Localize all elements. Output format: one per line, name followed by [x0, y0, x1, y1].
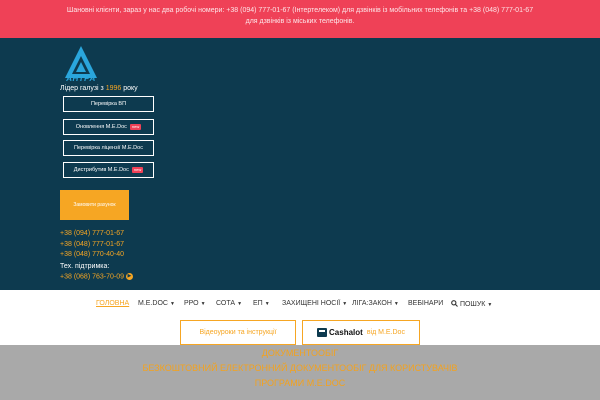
nav-medoc[interactable]: M.E.DOC ▼ [138, 300, 175, 307]
notice-bar: Шановні клієнти, зараз у нас два робочі … [0, 0, 600, 38]
chevron-down-icon: ▼ [169, 301, 175, 307]
nav-rro-label: РРО [184, 300, 199, 307]
cashalot-suffix: від M.E.Doc [366, 329, 405, 336]
search-icon [451, 300, 458, 307]
nav-secure-media[interactable]: ЗАХИЩЕНІ НОСІЇ ▼ [282, 300, 347, 307]
tagline-year: 1996 [105, 85, 122, 92]
cashalot-button[interactable]: Cashalot від M.E.Doc [302, 320, 420, 345]
banner-overlay: ДОКУМЕНТООБІГ БЕЗКОШТОВНИЙ ЕЛЕКТРОННИЙ Д… [0, 345, 600, 400]
notice-text: Шановні клієнти, зараз у нас два робочі … [66, 7, 534, 25]
nav-liga-zakon[interactable]: ЛІГА:ЗАКОН ▼ [352, 300, 399, 307]
hero-section: АНТРА Лідер галузі з 1996 року Перевірка… [0, 38, 600, 290]
order-invoice-button[interactable]: Замовити рахунок [60, 190, 129, 220]
nav-webinars-label: ВЕБІНАРИ [408, 300, 444, 307]
nav-webinars[interactable]: ВЕБІНАРИ [408, 300, 443, 307]
chevron-down-icon: ▼ [342, 301, 348, 307]
cashalot-icon [317, 328, 328, 337]
nav-sota[interactable]: СОТА ▼ [216, 300, 242, 307]
chevron-down-icon: ▼ [393, 301, 399, 307]
nav-ep-label: ЕП [253, 300, 263, 307]
medoc-license-check-button[interactable]: Перевірка ліцензії M.E.Doc [63, 140, 154, 156]
video-tutorials-label: Відеоуроки та інструкції [199, 329, 277, 336]
support-phone: +38 (068) 763-70-09 [60, 273, 125, 281]
support-label: Тех. підтримка: [60, 263, 110, 270]
new-badge: new [131, 167, 144, 173]
check-vp-button[interactable]: Перевірка ВП [63, 96, 154, 112]
video-tutorials-button[interactable]: Відеоуроки та інструкції [180, 320, 296, 345]
promo-row: Відеоуроки та інструкції Cashalot від M.… [0, 320, 600, 345]
phone-link[interactable]: +38 (048) 770-40-40 [60, 251, 124, 258]
medoc-license-label: Перевірка ліцензії M.E.Doc [74, 145, 143, 151]
nav-search[interactable]: ПОШУК ▼ [451, 300, 492, 308]
cashalot-logo-text: Cashalot [329, 328, 363, 337]
medoc-distributive-button[interactable]: Дистрибутив M.E.Doc new [63, 162, 154, 178]
tagline-prefix: Лідер галузі з [60, 85, 104, 92]
cashalot-logo: Cashalot [317, 328, 363, 337]
tagline-suffix: року [123, 85, 138, 92]
nav-home[interactable]: ГОЛОВНА [96, 300, 129, 307]
support-phone-link[interactable]: +38 (068) 763-70-09 ▶ [60, 273, 133, 280]
tagline: Лідер галузі з 1996 року [60, 85, 138, 92]
nav-liga-zakon-label: ЛІГА:ЗАКОН [352, 300, 392, 307]
banner-subtitle-2: ПРОГРАМИ M.E.DOC [254, 378, 346, 388]
nav-home-label: ГОЛОВНА [96, 300, 130, 307]
main-nav: ГОЛОВНА M.E.DOC ▼ РРО ▼ СОТА ▼ ЕП ▼ ЗАХИЩЕНІ… [0, 290, 600, 320]
banner-title: ДОКУМЕНТООБІГ [261, 348, 339, 358]
chevron-down-icon: ▼ [200, 301, 206, 307]
medoc-update-label: Оновлення M.E.Doc [75, 124, 127, 130]
medoc-update-button[interactable]: Оновлення M.E.Doc new [63, 119, 154, 135]
phone-link[interactable]: +38 (048) 777-01-67 [60, 241, 124, 248]
chevron-down-icon: ▼ [487, 302, 493, 308]
medoc-distributive-label: Дистрибутив M.E.Doc [73, 167, 129, 173]
logo-text: АНТРА [66, 74, 96, 83]
chevron-down-icon: ▼ [237, 301, 243, 307]
nav-secure-media-label: ЗАХИЩЕНІ НОСІЇ [282, 300, 341, 307]
check-vp-label: Перевірка ВП [90, 101, 127, 107]
nav-rro[interactable]: РРО ▼ [184, 300, 206, 307]
nav-ep[interactable]: ЕП ▼ [253, 300, 270, 307]
chevron-down-icon: ▼ [264, 301, 270, 307]
nav-sota-label: СОТА [216, 300, 236, 307]
nav-medoc-label: M.E.DOC [138, 300, 168, 307]
banner-subtitle: БЕЗКОШТОВНИЙ ЕЛЕКТРОННИЙ ДОКУМЕНТООБІГ Д… [142, 363, 458, 373]
arrow-right-icon[interactable]: ▶ [125, 273, 133, 280]
new-badge: new [129, 124, 142, 130]
phone-link[interactable]: +38 (094) 777-01-67 [60, 230, 124, 237]
nav-search-label: ПОШУК [459, 301, 486, 308]
